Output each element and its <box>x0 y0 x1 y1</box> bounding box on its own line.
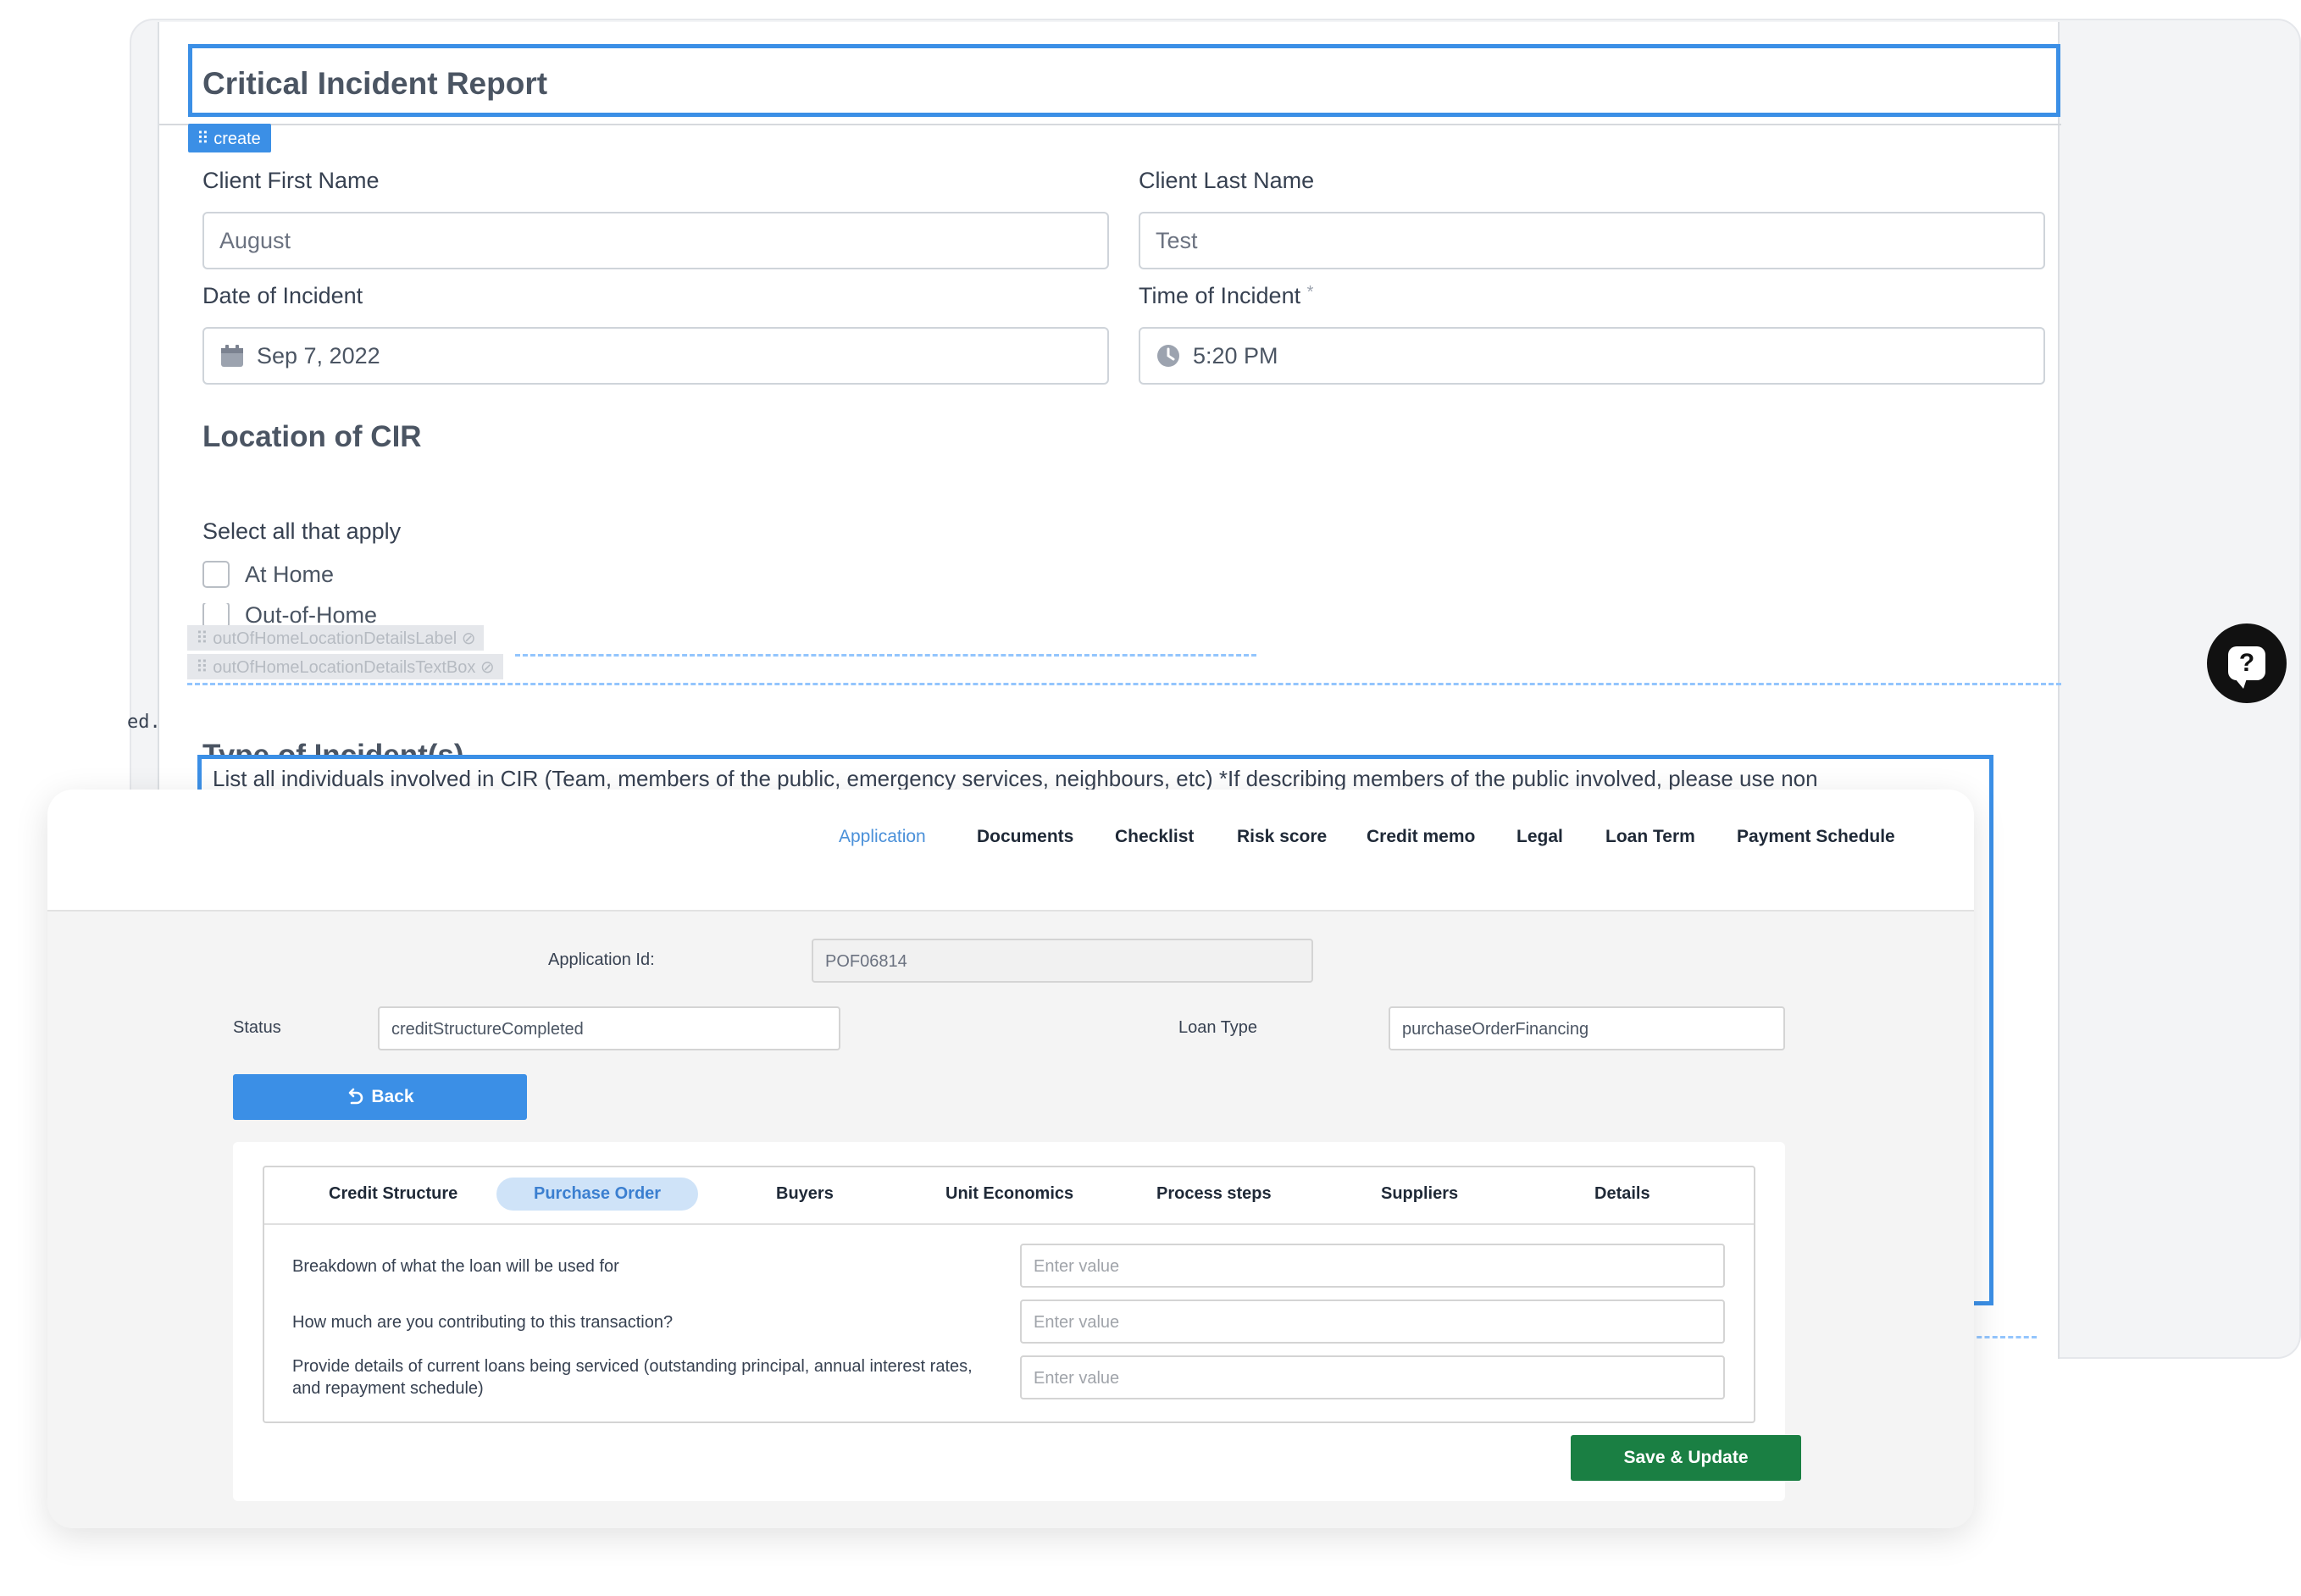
application-id-label: Application Id: <box>548 950 655 969</box>
text-fragment: ed. <box>127 712 161 733</box>
out-of-home-checkbox[interactable] <box>202 603 230 627</box>
tab-documents[interactable]: Documents <box>977 827 1073 847</box>
tab-process-steps[interactable]: Process steps <box>1156 1184 1272 1204</box>
last-name-label: Client Last Name <box>1139 168 1315 193</box>
out-of-home-label: Out-of-Home <box>245 603 378 627</box>
tab-legal[interactable]: Legal <box>1516 827 1563 847</box>
form-title: Critical Incident Report <box>202 66 548 101</box>
tab-credit-structure[interactable]: Credit Structure <box>329 1184 457 1204</box>
date-value: Sep 7, 2022 <box>257 342 380 369</box>
tab-unit-economics[interactable]: Unit Economics <box>945 1184 1073 1204</box>
at-home-checkbox[interactable] <box>202 561 230 588</box>
ghost-textbox-component[interactable]: ⠿ outOfHomeLocationDetailsTextBox ⊘ <box>187 654 503 679</box>
tab-suppliers[interactable]: Suppliers <box>1381 1184 1458 1204</box>
status-label: Status <box>233 1018 281 1037</box>
first-name-label: Client First Name <box>202 168 380 193</box>
option-at-home[interactable]: At Home <box>202 561 334 588</box>
tab-payment-schedule[interactable]: Payment Schedule <box>1737 827 1895 847</box>
back-button[interactable]: Back <box>233 1074 527 1120</box>
status-field[interactable]: creditStructureCompleted <box>378 1006 840 1050</box>
dashed-drop-line <box>515 654 1256 657</box>
undo-icon <box>349 1088 363 1105</box>
back-button-label: Back <box>371 1087 414 1106</box>
time-value: 5:20 PM <box>1193 342 1278 369</box>
question-contribution: How much are you contributing to this tr… <box>292 1313 674 1332</box>
sub-tabs-container: Credit Structure Purchase Order Buyers U… <box>263 1166 1755 1423</box>
last-name-value: Test <box>1156 227 1198 253</box>
title-divider <box>159 124 2061 125</box>
sub-tabs-row: Credit Structure Purchase Order Buyers U… <box>264 1167 1754 1225</box>
top-navigation: Application Documents Checklist Risk sco… <box>47 790 1974 912</box>
tab-credit-memo[interactable]: Credit memo <box>1367 827 1475 847</box>
time-label-text: Time of Incident <box>1139 283 1301 308</box>
option-out-of-home[interactable]: Out-of-Home <box>202 603 377 627</box>
save-update-button[interactable]: Save & Update <box>1571 1435 1801 1481</box>
clock-icon <box>1157 345 1179 367</box>
tab-loan-term[interactable]: Loan Term <box>1605 827 1695 847</box>
loan-application-window: Application Documents Checklist Risk sco… <box>47 790 1974 1528</box>
time-field[interactable]: 5:20 PM <box>1139 327 2045 385</box>
help-button[interactable]: ? <box>2207 623 2287 703</box>
current-loans-input[interactable]: Enter value <box>1020 1355 1725 1399</box>
dashed-section-divider <box>187 683 2061 685</box>
date-label: Date of Incident <box>202 283 363 308</box>
first-name-field[interactable]: August <box>202 212 1109 269</box>
contribution-input[interactable]: Enter value <box>1020 1300 1725 1344</box>
tab-application[interactable]: Application <box>839 827 926 847</box>
location-heading: Location of CIR <box>202 420 422 453</box>
help-icon: ? <box>2228 646 2265 689</box>
incident-description: List all individuals involved in CIR (Te… <box>213 766 1818 791</box>
loan-type-label: Loan Type <box>1178 1018 1258 1037</box>
time-label: Time of Incident * <box>1139 283 1313 309</box>
question-loan-use: Breakdown of what the loan will be used … <box>292 1257 619 1276</box>
dashed-tail-line <box>1969 1336 2037 1338</box>
tab-buyers[interactable]: Buyers <box>776 1184 834 1204</box>
date-field[interactable]: Sep 7, 2022 <box>202 327 1109 385</box>
purchase-order-panel: Credit Structure Purchase Order Buyers U… <box>233 1142 1801 1501</box>
tab-details[interactable]: Details <box>1594 1184 1650 1204</box>
at-home-label: At Home <box>245 561 335 587</box>
tab-risk-score[interactable]: Risk score <box>1237 827 1327 847</box>
tab-checklist[interactable]: Checklist <box>1115 827 1194 847</box>
last-name-field[interactable]: Test <box>1139 212 2045 269</box>
calendar-icon <box>221 345 243 367</box>
select-all-label: Select all that apply <box>202 518 402 544</box>
first-name-value: August <box>219 227 291 253</box>
question-current-loans: Provide details of current loans being s… <box>292 1357 973 1398</box>
application-id-field: POF06814 <box>812 939 1313 983</box>
create-chip[interactable]: ⠿ create <box>188 124 271 152</box>
loan-use-input[interactable]: Enter value <box>1020 1244 1725 1288</box>
tab-purchase-order[interactable]: Purchase Order <box>496 1178 699 1211</box>
required-marker: * <box>1306 283 1314 302</box>
loan-type-field[interactable]: purchaseOrderFinancing <box>1389 1006 1785 1050</box>
ghost-label-component[interactable]: ⠿ outOfHomeLocationDetailsLabel ⊘ <box>187 625 485 651</box>
